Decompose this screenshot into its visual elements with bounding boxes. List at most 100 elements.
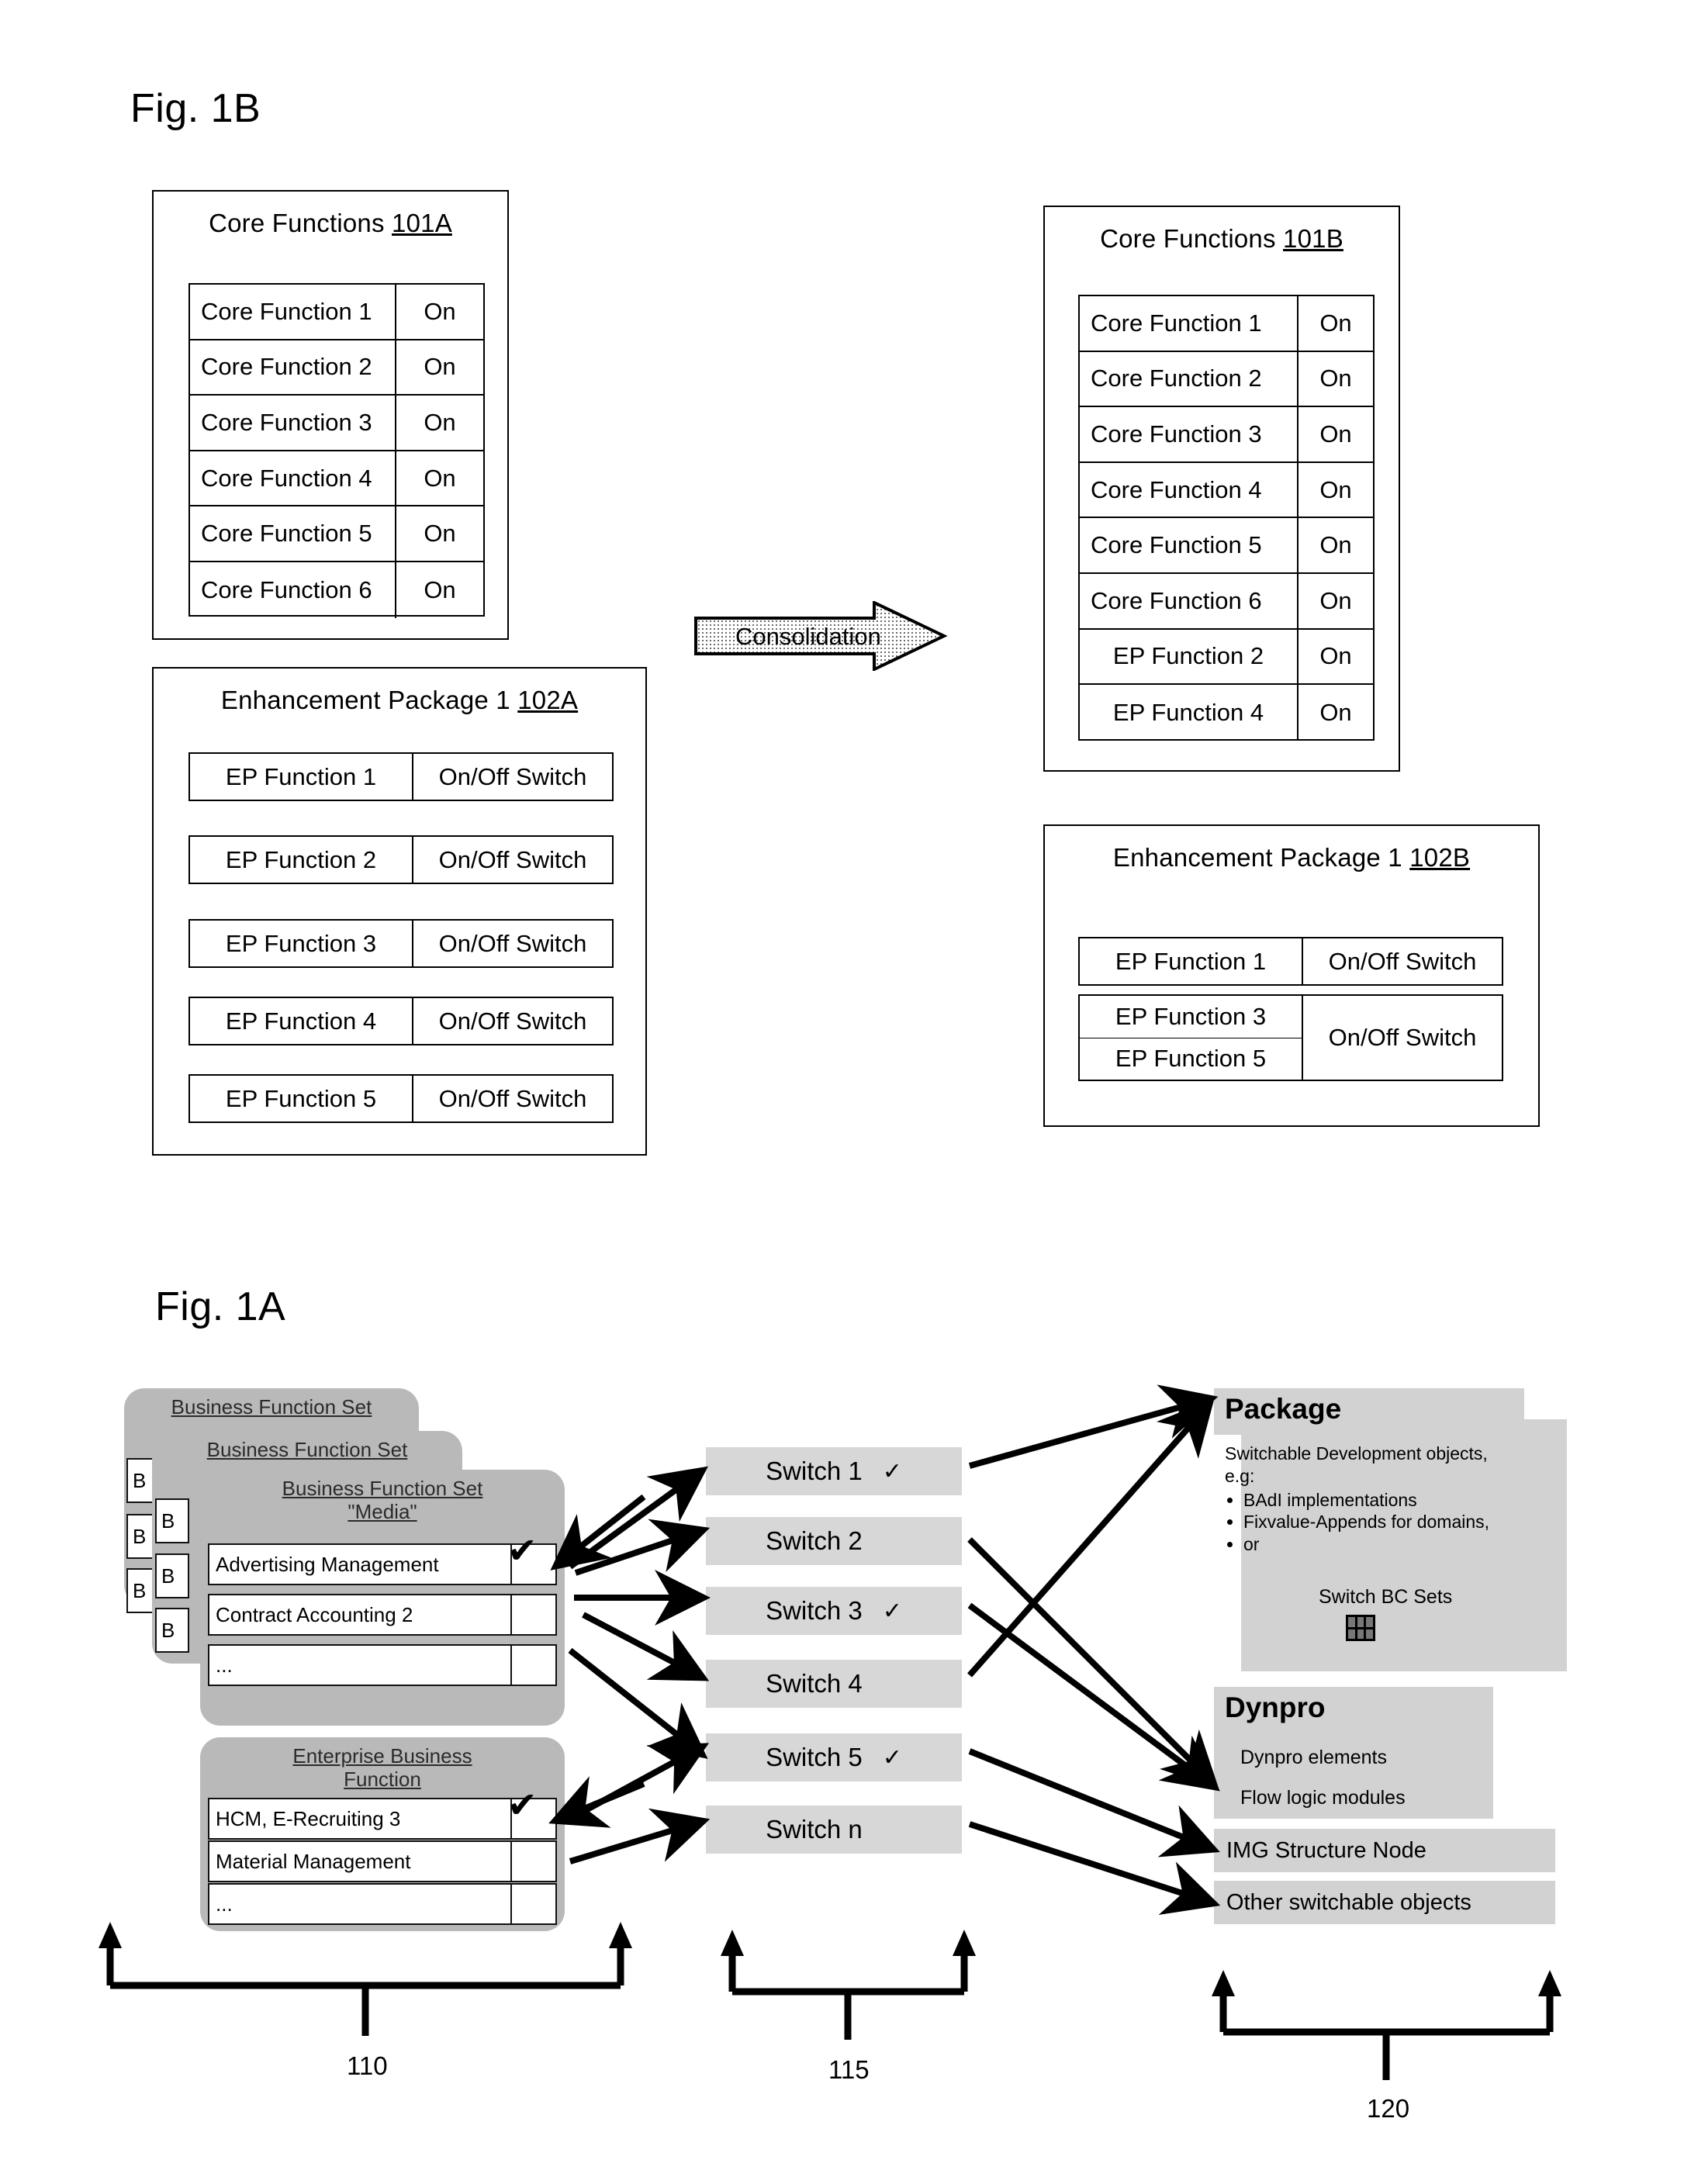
business-function-item[interactable]: Contract Accounting 2 — [208, 1594, 557, 1636]
core-functions-101b-table: Core Function 1 On Core Function 2 On Co… — [1078, 295, 1375, 741]
core-functions-101a-table: Core Function 1 On Core Function 2 On Co… — [188, 283, 485, 618]
enterprise-function-item[interactable]: HCM, E-Recruiting 3 ✔ — [208, 1787, 557, 1840]
ep-function-name: EP Function 3 — [1080, 996, 1302, 1038]
ep-function-group-row: EP Function 3 EP Function 5 On/Off Switc… — [1078, 994, 1503, 1081]
business-function-item[interactable]: ... — [208, 1644, 557, 1686]
switch-label: Switch 2 — [766, 1526, 863, 1555]
bfs-stub-item: B — [155, 1608, 189, 1653]
switch-item-5[interactable]: Switch 5 ✓ — [706, 1733, 962, 1781]
check-icon: ✔ — [507, 1785, 538, 1825]
ep-function-row: EP Function 2 On/Off Switch — [188, 835, 614, 884]
enhancement-package-102a-title: Enhancement Package 1 102A — [220, 686, 579, 714]
other-switchable-objects-row: Other switchable objects — [1214, 1881, 1555, 1924]
check-icon: ✔ — [507, 1530, 538, 1571]
ep-function-name: EP Function 4 — [190, 998, 413, 1044]
core-function-name: Core Function 3 — [1080, 407, 1299, 461]
core-function-state: On — [424, 464, 456, 492]
dynpro-elements-row: Dynpro elements — [1214, 1740, 1493, 1775]
package-intro-line1: Switchable Development objects, — [1225, 1443, 1488, 1463]
core-function-state: On — [424, 575, 456, 603]
package-title: Package — [1225, 1393, 1342, 1425]
ep-function-row: EP Function 5 On/Off Switch — [188, 1074, 614, 1123]
consolidation-label: Consolidation — [735, 623, 881, 650]
ep-function-name: EP Function 1 — [1080, 938, 1303, 984]
bfs-stub-item: B — [155, 1498, 189, 1543]
core-function-state: On — [1319, 365, 1352, 392]
core-function-name: Core Function 5 — [1080, 518, 1299, 572]
table-row: Core Function 1 On — [1080, 296, 1373, 352]
enterprise-function-label: Material Management — [208, 1840, 512, 1882]
ep-function-switch: On/Off Switch — [438, 845, 587, 873]
core-function-state: On — [1319, 531, 1352, 559]
enterprise-function-checkbox[interactable] — [512, 1883, 557, 1925]
switch-label: Switch 4 — [766, 1669, 863, 1698]
switch-label: Switch 1 — [766, 1457, 863, 1485]
img-structure-node-row: IMG Structure Node — [1214, 1829, 1555, 1872]
switch-label: Switch n — [766, 1815, 863, 1844]
bfs-stub-item: B — [155, 1553, 189, 1598]
core-function-name: Core Function 6 — [1080, 573, 1299, 628]
business-function-label: Advertising Management — [208, 1543, 512, 1585]
ep-function-name: EP Function 2 — [190, 837, 413, 883]
check-icon: ✓ — [882, 1458, 902, 1484]
enterprise-function-label: ... — [208, 1883, 512, 1925]
switch-label: Switch 5 — [766, 1743, 863, 1771]
ep-function-state: On — [1319, 698, 1352, 726]
dynpro-title: Dynpro — [1225, 1692, 1326, 1723]
business-function-checkbox[interactable]: ✔ — [507, 1533, 557, 1585]
enterprise-function-item[interactable]: ... — [208, 1883, 557, 1925]
business-function-set-back-title: Business Function Set — [171, 1395, 372, 1419]
business-function-set-front-title: Business Function Set "Media" — [282, 1477, 483, 1523]
core-function-state: On — [1319, 586, 1352, 614]
business-function-checkbox[interactable] — [512, 1644, 557, 1686]
core-function-state: On — [1319, 475, 1352, 503]
ep-function-name: EP Function 2 — [1080, 629, 1299, 684]
enterprise-business-function-title: Enterprise Business Function — [292, 1744, 472, 1791]
core-function-name: Core Function 1 — [1080, 296, 1299, 351]
core-function-state: On — [1319, 420, 1352, 448]
switch-item-n[interactable]: Switch n ✓ — [706, 1806, 962, 1854]
enterprise-function-item[interactable]: Material Management — [208, 1840, 557, 1882]
package-bullet: or — [1243, 1533, 1558, 1556]
package-panel: Package — [1214, 1388, 1524, 1435]
switch-item-4[interactable]: Switch 4 ✓ — [706, 1660, 962, 1708]
ep-function-switch: On/Off Switch — [438, 762, 587, 790]
core-function-name: Core Function 3 — [190, 396, 396, 450]
ep-function-name: EP Function 3 — [190, 921, 413, 966]
business-function-item[interactable]: Advertising Management ✔ — [208, 1533, 557, 1585]
core-function-name: Core Function 1 — [190, 285, 396, 339]
core-functions-101b-title: Core Functions 101B — [1100, 224, 1343, 253]
ep-function-row: EP Function 1 On/Off Switch — [1078, 937, 1503, 986]
bracket-label-120: 120 — [1367, 2094, 1410, 2123]
business-function-label: Contract Accounting 2 — [208, 1594, 512, 1636]
enterprise-function-checkbox[interactable] — [512, 1840, 557, 1882]
switch-item-3[interactable]: Switch 3 ✓ — [706, 1587, 962, 1635]
bracket-label-115: 115 — [828, 2055, 870, 2084]
business-function-checkbox[interactable] — [512, 1594, 557, 1636]
switch-item-2[interactable]: Switch 2 ✓ — [706, 1517, 962, 1565]
ep-function-state: On — [1319, 642, 1352, 670]
core-function-state: On — [424, 353, 456, 381]
table-row: Core Function 1 On — [190, 285, 483, 340]
core-functions-101a-title: Core Functions 101A — [209, 209, 452, 237]
table-row: Core Function 4 On — [190, 451, 483, 507]
bc-sets-table-icon — [1346, 1615, 1375, 1641]
ep-function-switch: On/Off Switch — [438, 929, 587, 957]
core-function-state: On — [424, 520, 456, 548]
ep-function-row: EP Function 1 On/Off Switch — [188, 752, 614, 801]
ep-function-row: EP Function 3 On/Off Switch — [188, 919, 614, 968]
core-function-name: Core Function 5 — [190, 506, 396, 561]
table-row: Core Function 5 On — [190, 506, 483, 562]
ep-function-switch: On/Off Switch — [438, 1007, 587, 1035]
package-bullet: BAdI implementations — [1243, 1489, 1558, 1512]
switch-item-1[interactable]: Switch 1 ✓ — [706, 1447, 962, 1495]
table-row: Core Function 3 On — [1080, 407, 1373, 463]
ep-function-name: EP Function 5 — [190, 1076, 413, 1121]
core-function-name: Core Function 4 — [1080, 462, 1299, 517]
enterprise-function-checkbox[interactable]: ✔ — [507, 1787, 557, 1840]
core-function-name: Core Function 2 — [1080, 351, 1299, 406]
check-icon: ✓ — [882, 1598, 902, 1624]
enhancement-package-102b-title: Enhancement Package 1 102B — [1112, 843, 1471, 872]
package-body: Switchable Development objects, e.g: BAd… — [1214, 1441, 1558, 1556]
core-function-state: On — [424, 297, 456, 325]
